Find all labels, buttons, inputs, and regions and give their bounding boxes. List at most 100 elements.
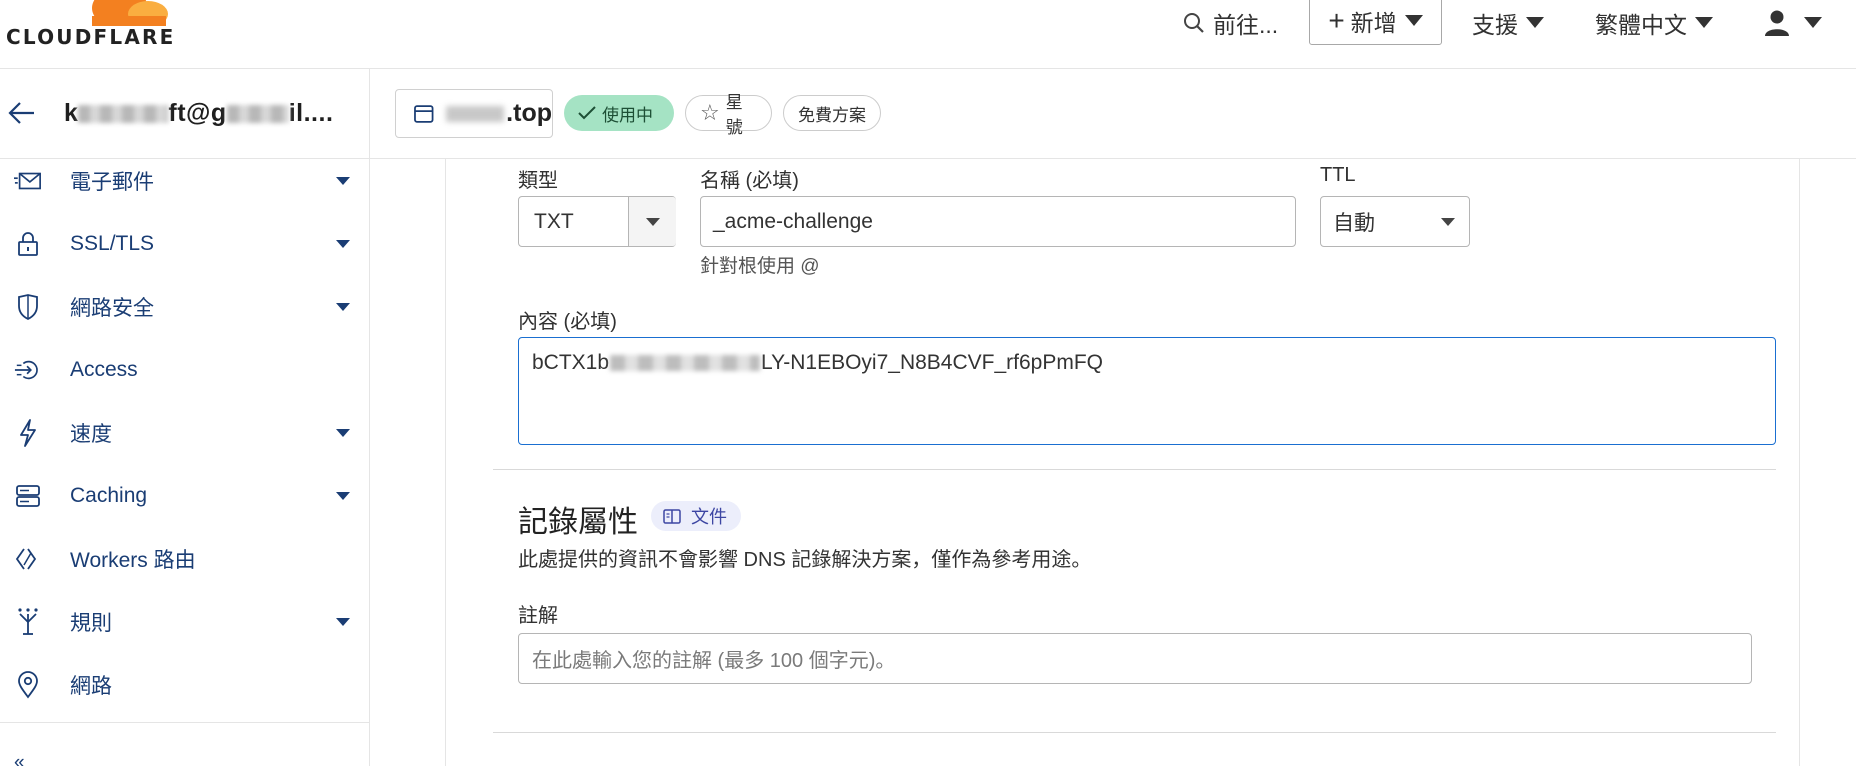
server-icon <box>14 482 42 510</box>
language-label: 繁體中文 <box>1595 11 1687 38</box>
sidebar-item-label: Access <box>70 358 138 381</box>
content-suffix: LY-N1EBOyi7_N8B4CVF_rf6pPmFQ <box>761 351 1104 374</box>
dropdown-toggle[interactable] <box>628 197 676 246</box>
sidebar-item-security[interactable]: 網路安全 <box>0 279 369 335</box>
context-bar: k ft@g il.... <box>0 69 1856 159</box>
content-textarea[interactable]: bCTX1b LY-N1EBOyi7_N8B4CVF_rf6pPmFQ <box>518 337 1776 445</box>
sidebar-item-label: 網路安全 <box>70 297 154 320</box>
chevron-down-icon <box>336 492 350 500</box>
search-icon <box>1184 12 1204 33</box>
add-button[interactable]: + 新增 <box>1309 0 1442 45</box>
user-icon <box>1765 10 1789 36</box>
star-button[interactable]: ☆ 星號 <box>685 93 772 137</box>
redacted-text <box>78 105 169 124</box>
sidebar-item-label: 規則 <box>70 612 112 635</box>
sidebar-item-caching[interactable]: Caching <box>0 468 369 524</box>
plan-badge[interactable]: 免費方案 <box>783 95 881 131</box>
sidebar-item-label: 網路 <box>70 675 112 698</box>
brand-wordmark: CLOUDFLARE <box>6 25 176 49</box>
record-type-value: TXT <box>534 209 574 233</box>
browser-window-icon <box>414 104 434 123</box>
chevron-down-icon <box>336 240 350 248</box>
content-label: 內容 (必填) <box>518 311 617 333</box>
goto-label: 前往... <box>1213 11 1279 38</box>
rules-icon <box>14 608 42 636</box>
comment-input[interactable]: 在此處輸入您的註解 (最多 100 個字元)。 <box>518 633 1752 684</box>
sidebar-item-label: Workers 路由 <box>70 549 196 572</box>
shield-icon <box>14 293 42 321</box>
sidebar-item-rules[interactable]: 規則 <box>0 594 369 650</box>
support-label: 支援 <box>1472 11 1518 38</box>
chevron-down-icon <box>645 217 660 226</box>
sidebar-divider <box>369 69 370 766</box>
chevron-down-icon <box>336 429 350 437</box>
type-label: 類型 <box>518 170 558 192</box>
card-border-right <box>1799 159 1800 766</box>
zone-domain: .top <box>506 99 552 127</box>
section-divider <box>493 732 1776 733</box>
zone-selector[interactable]: .top <box>395 89 553 138</box>
comment-placeholder: 在此處輸入您的註解 (最多 100 個字元)。 <box>532 650 896 672</box>
add-label: 新增 <box>1350 9 1397 36</box>
book-icon <box>663 508 681 524</box>
redacted-text <box>226 105 289 124</box>
content-value: bCTX1b LY-N1EBOyi7_N8B4CVF_rf6pPmFQ <box>532 351 1103 375</box>
name-label: 名稱 (必填) <box>700 170 799 192</box>
workers-icon <box>14 545 42 573</box>
account-email-tail: il.... <box>288 99 334 127</box>
account-email-suffix: ft@g <box>168 99 227 127</box>
redacted-text <box>610 355 761 372</box>
chevron-down-icon <box>1526 17 1544 28</box>
cloud-logo-icon <box>92 0 168 26</box>
check-icon <box>578 106 596 120</box>
location-pin-icon <box>14 671 42 699</box>
access-icon <box>14 356 42 384</box>
comment-label: 註解 <box>518 605 558 627</box>
record-attributes-title: 記錄屬性 <box>518 506 638 539</box>
sidebar-item-label: 電子郵件 <box>70 171 154 194</box>
support-menu[interactable]: 支援 <box>1472 0 1544 45</box>
sidebar-item-access[interactable]: Access <box>0 342 369 398</box>
card-border-left <box>445 159 446 766</box>
content-prefix: bCTX1b <box>532 351 610 374</box>
documentation-label: 文件 <box>691 507 727 527</box>
sidebar-item-ssl-tls[interactable]: SSL/TLS <box>0 216 369 272</box>
account-email-prefix: k <box>64 99 79 127</box>
chevron-down-icon <box>336 177 350 185</box>
star-icon: ☆ <box>700 100 720 125</box>
chevron-down-icon <box>1695 17 1713 28</box>
sidebar-item-label: Caching <box>70 484 148 507</box>
user-menu[interactable] <box>1764 0 1822 45</box>
language-menu[interactable]: 繁體中文 <box>1595 0 1713 45</box>
record-attributes-description: 此處提供的資訊不會影響 DNS 記錄解決方案，僅作為參考用途。 <box>518 549 1092 571</box>
chevron-down-icon <box>1441 218 1455 226</box>
ttl-value: 自動 <box>1333 211 1375 235</box>
plan-label: 免費方案 <box>798 105 866 125</box>
chevron-down-icon <box>1404 15 1423 26</box>
status-badge: 使用中 <box>564 95 674 131</box>
sidebar-item-label: 速度 <box>70 423 112 446</box>
ttl-label: TTL <box>1320 164 1356 186</box>
account-name[interactable]: k ft@g il.... <box>64 99 333 128</box>
sidebar-item-email[interactable]: 電子郵件 <box>0 153 369 209</box>
lightning-icon <box>14 419 42 447</box>
record-type-select[interactable]: TXT <box>518 196 676 247</box>
sidebar-item-network[interactable]: 網路 <box>0 657 369 713</box>
ttl-select[interactable]: 自動 <box>1320 196 1470 247</box>
sidebar-item-label: SSL/TLS <box>70 232 155 255</box>
sidebar-item-speed[interactable]: 速度 <box>0 405 369 461</box>
section-divider <box>493 469 1776 470</box>
goto-search-button[interactable]: 前往... <box>1183 0 1278 45</box>
plus-icon: + <box>1328 4 1345 36</box>
email-icon <box>14 167 42 195</box>
lock-icon <box>14 230 42 258</box>
collapse-sidebar-icon[interactable]: « <box>14 752 25 766</box>
sidebar-item-workers-routes[interactable]: Workers 路由 <box>0 531 369 587</box>
chevron-down-icon <box>336 618 350 626</box>
status-label: 使用中 <box>602 105 653 125</box>
sidebar-footer-divider <box>0 722 369 723</box>
documentation-link[interactable]: 文件 <box>651 501 741 531</box>
name-input[interactable]: _acme-challenge <box>700 196 1296 247</box>
back-arrow-icon[interactable] <box>8 99 36 127</box>
cloudflare-logo[interactable]: CLOUDFLARE <box>6 0 176 50</box>
